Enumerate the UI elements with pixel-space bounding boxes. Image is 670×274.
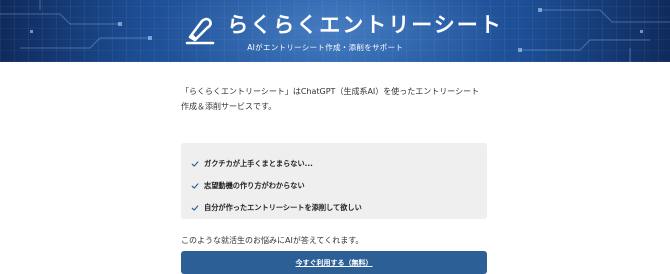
main-content: 「らくらくエントリーシート」はChatGPT（生成系AI）を使ったエントリーシー… (181, 84, 487, 274)
hero-content: らくらくエントリーシート AIがエントリーシート作成・添削をサポート (0, 0, 670, 62)
pen-logo-icon (185, 17, 215, 45)
check-icon (191, 161, 199, 167)
list-item: 志望動機の作り方がわからない (191, 175, 477, 197)
worries-checklist: ガクチカが上手くまとまらない... 志望動機の作り方がわからない 自分が作ったエ… (181, 143, 487, 219)
intro-text: 「らくらくエントリーシート」はChatGPT（生成系AI）を使ったエントリーシー… (181, 87, 480, 111)
list-item-label: ガクチカが上手くまとまらない... (204, 159, 313, 168)
lead-text: このような就活生のお悩みにAIが答えてくれます。 (181, 236, 364, 245)
check-icon (191, 183, 199, 189)
site-subtitle: AIがエントリーシート作成・添削をサポート (247, 43, 404, 52)
list-item: 自分が作ったエントリーシートを添削して欲しい (191, 197, 477, 219)
brand-logo[interactable]: らくらくエントリーシート AIがエントリーシート作成・添削をサポート (183, 9, 503, 53)
list-item-label: 志望動機の作り方がわからない (204, 181, 305, 190)
list-item: ガクチカが上手くまとまらない... (191, 153, 477, 175)
use-now-button-label: 今すぐ利用する（無料） (295, 258, 373, 267)
hero-header: らくらくエントリーシート AIがエントリーシート作成・添削をサポート (0, 0, 670, 62)
site-title: らくらくエントリーシート (227, 13, 503, 37)
check-icon (191, 205, 199, 211)
brand-text: らくらくエントリーシート AIがエントリーシート作成・添削をサポート (227, 9, 503, 53)
list-item-label: 自分が作ったエントリーシートを添削して欲しい (204, 203, 362, 212)
